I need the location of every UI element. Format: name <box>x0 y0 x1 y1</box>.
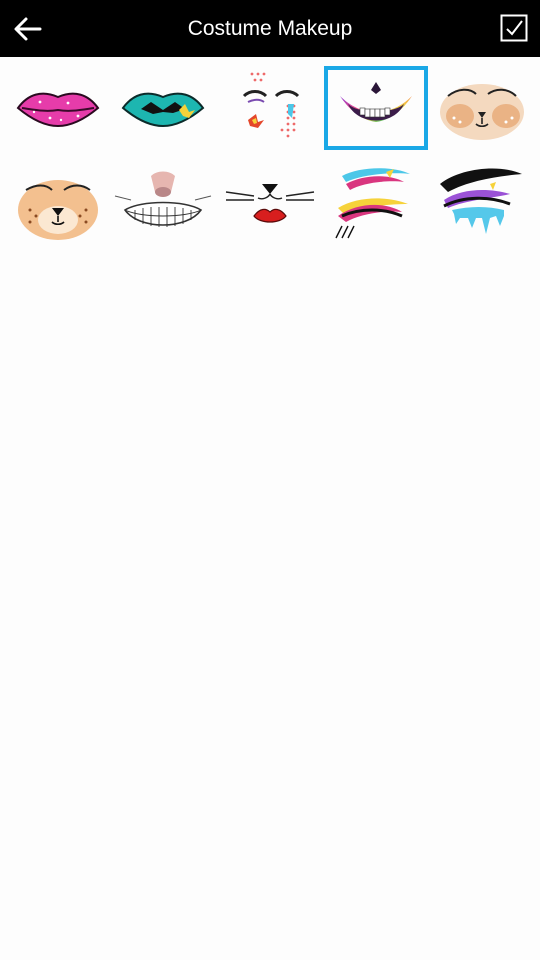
look-dripping-purple-eye[interactable] <box>430 166 534 250</box>
look-teal-pop-lips[interactable] <box>111 66 215 150</box>
kitten-whiskers-lips-icon <box>225 184 315 223</box>
checkbox-check-icon[interactable] <box>500 14 528 42</box>
look-comic-pop-art-face[interactable] <box>218 66 322 150</box>
comic-pop-art-face-icon <box>242 72 300 138</box>
look-cat-face[interactable] <box>6 166 110 250</box>
look-pink-glitter-lips[interactable] <box>6 66 110 150</box>
page-title: Costume Makeup <box>187 17 353 40</box>
rainbow-skull-mouth-icon <box>340 82 412 122</box>
teal-pop-lips-icon <box>121 92 205 128</box>
look-bunny-face[interactable] <box>430 66 534 150</box>
look-rainbow-skull-mouth[interactable] <box>324 66 428 150</box>
neon-winged-eyes-icon <box>335 168 410 239</box>
cheshire-grin-icon <box>114 171 212 227</box>
look-neon-winged-eyes[interactable] <box>324 166 428 250</box>
cat-face-icon <box>18 180 98 240</box>
bunny-face-icon <box>440 84 524 140</box>
look-cheshire-grin[interactable] <box>111 166 215 250</box>
look-kitten-whiskers-lips[interactable] <box>218 166 322 250</box>
pink-glitter-lips-icon <box>16 92 100 128</box>
top-bar: Costume Makeup <box>0 0 540 57</box>
dripping-purple-eye-icon <box>440 168 522 234</box>
